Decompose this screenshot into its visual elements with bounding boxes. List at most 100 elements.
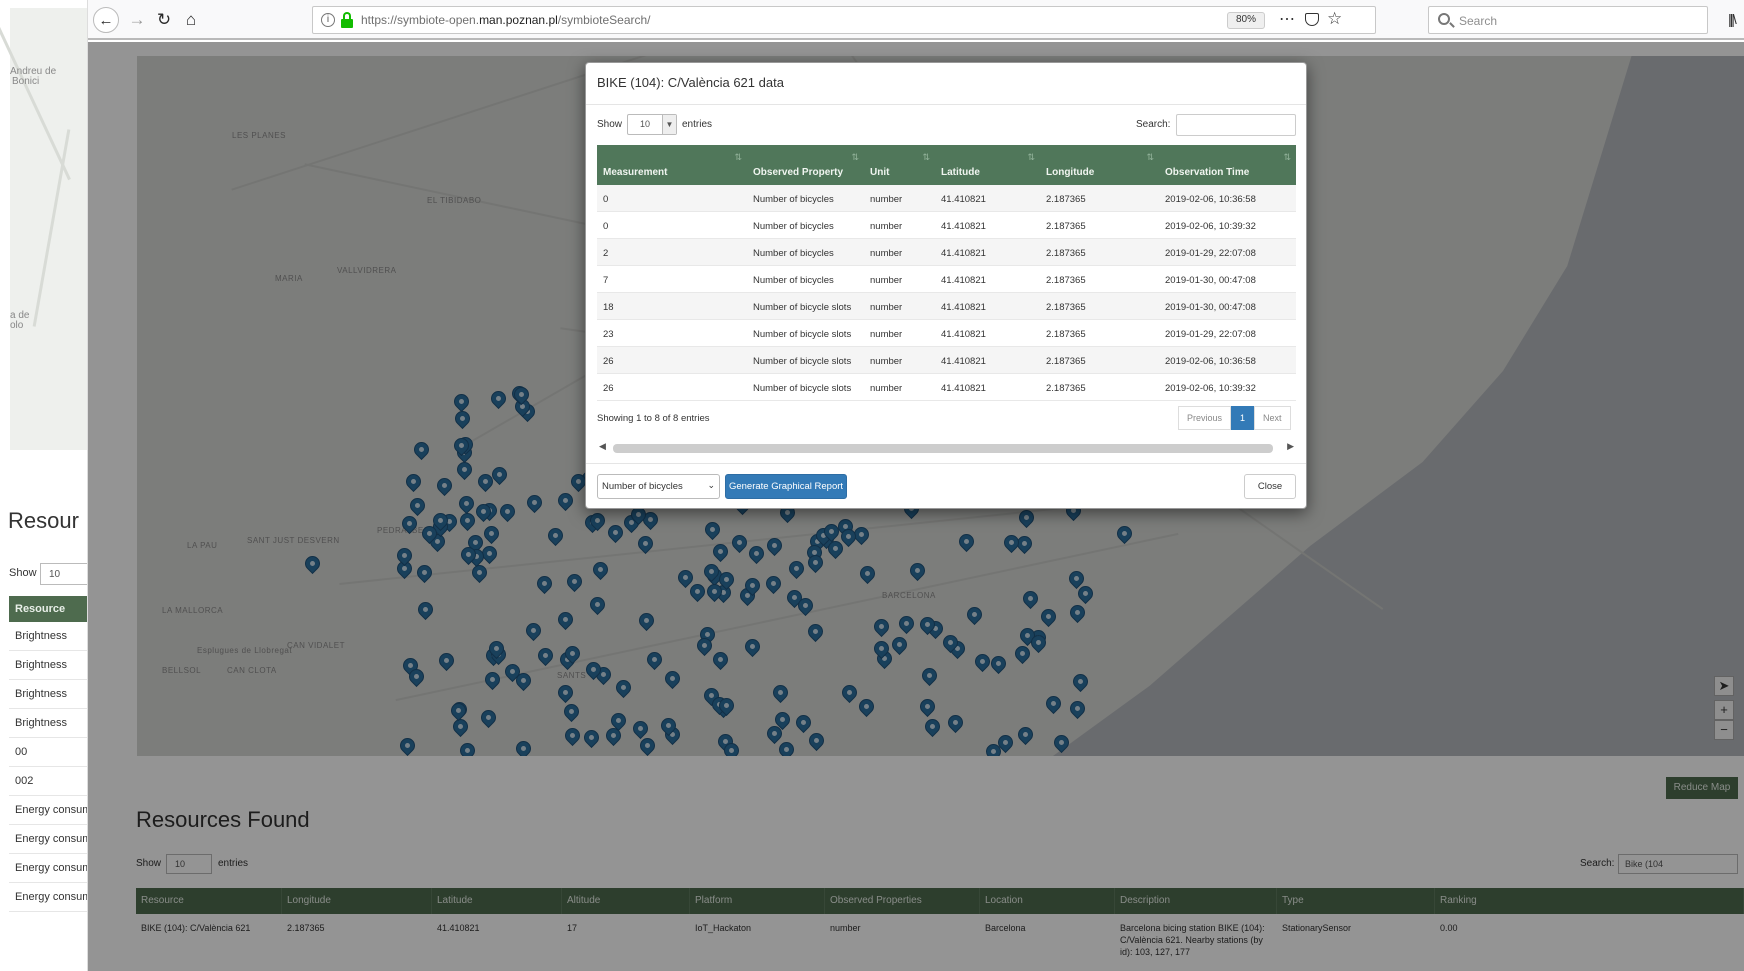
table-row[interactable]: Energy consum <box>9 796 87 825</box>
cell-unit: number <box>870 248 903 259</box>
table-row[interactable]: Energy consum <box>9 825 87 854</box>
cell-observed-property: Number of bicycles <box>753 248 834 259</box>
cell-longitude: 2.187365 <box>1046 194 1086 205</box>
pagination-page[interactable]: 1 <box>1231 406 1255 430</box>
cell-longitude: 2.187365 <box>1046 302 1086 313</box>
table-row[interactable]: Brightness <box>9 622 87 651</box>
table-row[interactable]: 2 Number of bicycles number 41.410821 2.1873… <box>597 239 1296 266</box>
library-icon[interactable]: |||\ <box>1728 11 1737 27</box>
data-modal: BIKE (104): C/València 621 data Show 10 ▼… <box>585 62 1307 509</box>
url-bar[interactable]: i https://symbiote-open.man.poznan.pl/sy… <box>312 6 1376 34</box>
table-row[interactable]: 26 Number of bicycle slots number 41.410821… <box>597 374 1296 401</box>
table-row[interactable]: Brightness <box>9 680 87 709</box>
home-icon[interactable]: ⌂ <box>178 7 204 33</box>
table-row[interactable]: 7 Number of bicycles number 41.410821 2.1873… <box>597 266 1296 293</box>
cell-observed-property: Number of bicycles <box>753 221 834 232</box>
show-label: Show <box>9 567 37 579</box>
column-header-latitude[interactable]: Latitude ⇅ <box>935 145 1040 185</box>
cell-observed-property: Number of bicycles <box>753 194 834 205</box>
cell-observation-time: 2019-01-29, 22:07:08 <box>1165 329 1256 340</box>
cell-longitude: 2.187365 <box>1046 383 1086 394</box>
sort-icon: ⇅ <box>1146 152 1154 162</box>
column-header-measurement[interactable]: Measurement ⇅ <box>597 145 747 185</box>
table-row[interactable]: Energy consum <box>9 854 87 883</box>
pagination-next[interactable]: Next <box>1254 406 1291 430</box>
lock-icon[interactable] <box>340 12 354 28</box>
table-row[interactable]: 23 Number of bicycle slots number 41.410821… <box>597 320 1296 347</box>
entries-select[interactable]: 10 <box>40 563 87 585</box>
horizontal-scrollbar[interactable]: ◀ ▶ <box>597 441 1296 455</box>
chevron-down-icon: ⌄ <box>707 480 715 490</box>
cell-measurement: 26 <box>603 383 614 394</box>
column-header-unit[interactable]: Unit ⇅ <box>864 145 935 185</box>
cell-observation-time: 2019-02-06, 10:39:32 <box>1165 383 1256 394</box>
table-row[interactable]: 0 Number of bicycles number 41.410821 2.1873… <box>597 212 1296 239</box>
sort-icon: ⇅ <box>1283 152 1291 162</box>
modal-header: BIKE (104): C/València 621 data <box>586 63 1306 105</box>
cell-longitude: 2.187365 <box>1046 356 1086 367</box>
table-row[interactable]: 18 Number of bicycle slots number 41.410821… <box>597 293 1296 320</box>
url-text[interactable]: https://symbiote-open.man.poznan.pl/symb… <box>361 13 651 27</box>
column-header-observed-property[interactable]: Observed Property ⇅ <box>747 145 864 185</box>
map-road <box>32 129 71 327</box>
cell-latitude: 41.410821 <box>941 302 986 313</box>
background-page-title: Resour <box>8 508 79 533</box>
sort-icon: ⇅ <box>734 152 742 162</box>
sort-icon: ⇅ <box>1027 152 1035 162</box>
table-row[interactable]: Brightness <box>9 709 87 738</box>
property-select[interactable]: Number of bicycles ⌄ <box>597 474 720 499</box>
cell-observed-property: Number of bicycle slots <box>753 356 852 367</box>
map-label: Bonici <box>12 76 40 87</box>
show-label: Show <box>597 119 623 130</box>
cell-longitude: 2.187365 <box>1046 248 1086 259</box>
cell-unit: number <box>870 356 903 367</box>
browser-toolbar: ← → ↻ ⌂ i https://symbiote-open.man.pozn… <box>88 0 1744 40</box>
back-arrow-icon[interactable]: ← <box>93 7 119 33</box>
modal-search-input[interactable] <box>1176 114 1296 136</box>
info-icon[interactable]: i <box>321 13 335 27</box>
table-info: Showing 1 to 8 of 8 entries <box>597 413 710 424</box>
pagination-previous[interactable]: Previous <box>1178 406 1232 430</box>
more-icon[interactable]: ⋯ <box>1279 9 1295 29</box>
table-row[interactable]: 002 <box>9 767 87 796</box>
table-header[interactable]: Resource <box>9 596 87 622</box>
scroll-left-icon[interactable]: ◀ <box>599 441 606 452</box>
cell-latitude: 41.410821 <box>941 275 986 286</box>
browser-search-box[interactable]: Search <box>1428 6 1708 34</box>
cell-observation-time: 2019-01-29, 22:07:08 <box>1165 248 1256 259</box>
zoom-badge[interactable]: 80% <box>1227 12 1266 29</box>
pagination: Previous 1 Next <box>1178 406 1291 430</box>
reload-icon[interactable]: ↻ <box>151 7 177 33</box>
table-row[interactable]: 26 Number of bicycle slots number 41.410821… <box>597 347 1296 374</box>
forward-arrow-icon[interactable]: → <box>124 7 150 33</box>
table-header: Measurement ⇅ Observed Property ⇅ Unit ⇅ La… <box>597 145 1296 185</box>
table-row[interactable]: Energy consum <box>9 883 87 912</box>
column-header-observation-time[interactable]: Observation Time ⇅ <box>1159 145 1296 185</box>
column-header-longitude[interactable]: Longitude ⇅ <box>1040 145 1159 185</box>
cell-measurement: 0 <box>603 221 609 232</box>
pocket-icon[interactable] <box>1305 13 1319 26</box>
cell-observed-property: Number of bicycle slots <box>753 329 852 340</box>
table-row[interactable]: Brightness <box>9 651 87 680</box>
star-icon[interactable]: ☆ <box>1327 9 1342 29</box>
generate-report-button[interactable]: Generate Graphical Report <box>725 474 847 499</box>
entries-select[interactable]: 10 ▼ <box>627 114 677 135</box>
cell-latitude: 41.410821 <box>941 383 986 394</box>
cell-observed-property: Number of bicycle slots <box>753 302 852 313</box>
cell-measurement: 23 <box>603 329 614 340</box>
search-icon <box>1438 13 1450 25</box>
map-label: olo <box>10 320 24 331</box>
cell-latitude: 41.410821 <box>941 356 986 367</box>
scrollbar-thumb[interactable] <box>613 444 1273 453</box>
cell-observation-time: 2019-01-30, 00:47:08 <box>1165 302 1256 313</box>
table-row[interactable]: 0 Number of bicycles number 41.410821 2.1873… <box>597 185 1296 212</box>
cell-observation-time: 2019-02-06, 10:39:32 <box>1165 221 1256 232</box>
cell-unit: number <box>870 221 903 232</box>
background-page: Andreu de Bonici a de olo Resour Show 10… <box>0 0 88 971</box>
scroll-right-icon[interactable]: ▶ <box>1287 441 1294 452</box>
cell-latitude: 41.410821 <box>941 329 986 340</box>
close-button[interactable]: Close <box>1244 474 1296 499</box>
cell-longitude: 2.187365 <box>1046 275 1086 286</box>
search-label: Search: <box>1136 119 1171 130</box>
table-row[interactable]: 00 <box>9 738 87 767</box>
